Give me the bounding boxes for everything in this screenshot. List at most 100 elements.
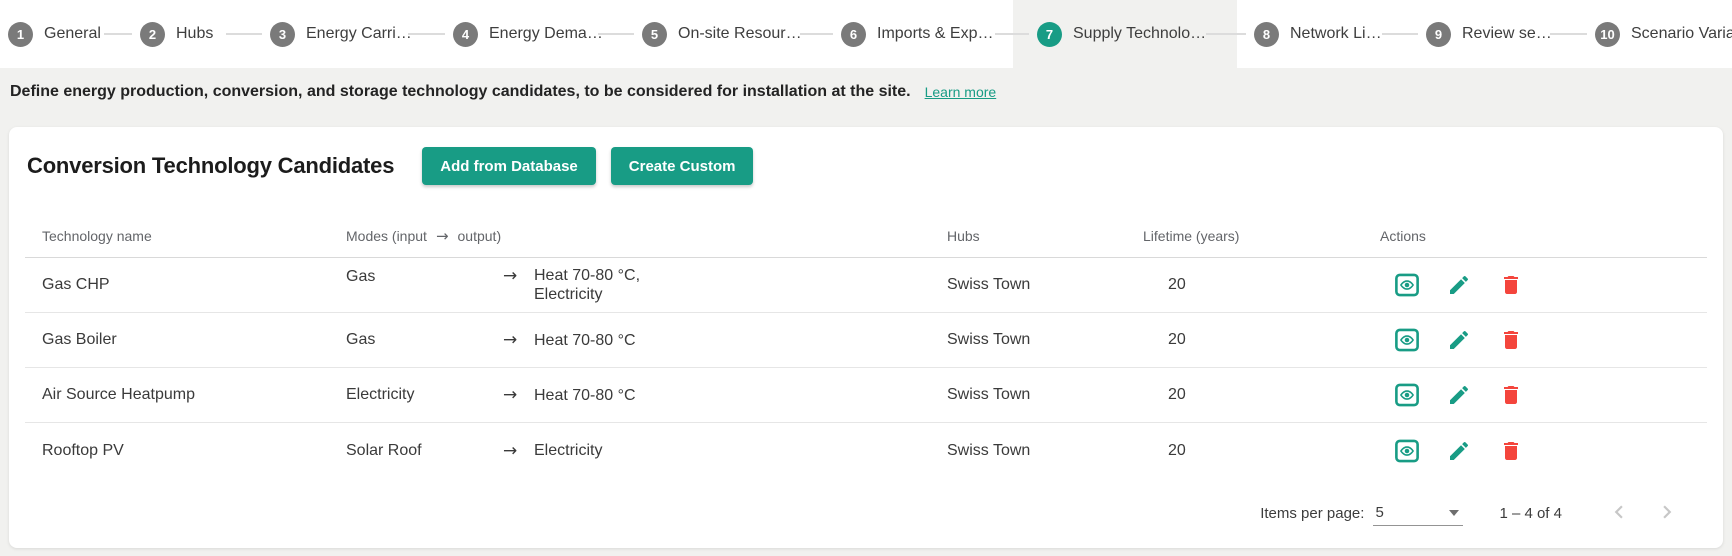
- step-label: Scenario Varia…: [1631, 25, 1732, 42]
- col-header-lifetime: Lifetime (years): [1143, 227, 1240, 244]
- col-header-actions: Actions: [1380, 227, 1426, 244]
- step-label: Supply Technolo…: [1073, 25, 1207, 42]
- col-header-technology-name: Technology name: [42, 227, 152, 244]
- pencil-icon: [1447, 328, 1471, 352]
- table-row: Gas Boiler Gas → Heat 70-80 °C Swiss Tow…: [25, 313, 1707, 368]
- table-paginator: Items per page: 5 1 – 4 of 4: [25, 478, 1707, 548]
- step-number-badge: 8: [1254, 21, 1279, 47]
- step-label: Hubs: [176, 25, 214, 42]
- delete-button[interactable]: [1498, 382, 1524, 408]
- pencil-icon: [1447, 439, 1471, 463]
- step-imports-exports[interactable]: 6 Imports & Exp…: [841, 0, 993, 68]
- step-review-settings[interactable]: 9 Review se…: [1426, 0, 1552, 68]
- step-onsite-resources[interactable]: 5 On-site Resour…: [642, 0, 802, 68]
- technology-name-cell: Air Source Heatpump: [42, 386, 195, 403]
- table-header-row: Technology name Modes (input → output) H…: [25, 214, 1707, 258]
- wizard-stepper: 1 General 2 Hubs 3 Energy Carri… 4 Energ…: [0, 0, 1732, 68]
- page-description-bar: Define energy production, conversion, an…: [0, 68, 1732, 116]
- items-per-page-select[interactable]: 5: [1373, 500, 1464, 526]
- view-button[interactable]: [1394, 272, 1420, 298]
- step-label: Review se…: [1462, 25, 1552, 42]
- mode-output-cell: Heat 70-80 °C: [534, 386, 636, 404]
- step-supply-technologies[interactable]: 7 Supply Technolo…: [1037, 0, 1206, 68]
- arrow-right-icon: →: [435, 226, 449, 245]
- edit-button[interactable]: [1446, 438, 1472, 464]
- arrow-right-icon: →: [503, 266, 518, 286]
- step-scenario-variations[interactable]: 10 Scenario Varia…: [1595, 0, 1732, 68]
- page-range-label: 1 – 4 of 4: [1499, 504, 1562, 522]
- delete-button[interactable]: [1498, 272, 1524, 298]
- add-from-database-button[interactable]: Add from Database: [422, 147, 596, 185]
- page: 1 General 2 Hubs 3 Energy Carri… 4 Energ…: [0, 0, 1732, 556]
- previous-page-button[interactable]: [1606, 500, 1632, 526]
- step-number-badge: 2: [140, 21, 165, 47]
- card-title: Conversion Technology Candidates: [27, 153, 395, 178]
- trash-icon: [1499, 383, 1523, 407]
- table-row: Gas CHP Gas → Heat 70-80 °C, Electricity…: [25, 258, 1707, 313]
- conversion-technology-card: Conversion Technology Candidates Add fro…: [9, 127, 1723, 548]
- step-energy-carriers[interactable]: 3 Energy Carri…: [270, 0, 412, 68]
- eye-icon: [1394, 382, 1420, 408]
- mode-output-cell: Heat 70-80 °C, Electricity: [534, 267, 641, 303]
- step-label: Network Li…: [1290, 25, 1382, 42]
- step-hubs[interactable]: 2 Hubs: [140, 0, 213, 68]
- step-connector: [1206, 33, 1246, 35]
- delete-button[interactable]: [1498, 327, 1524, 353]
- technology-name-cell: Gas CHP: [42, 276, 110, 293]
- step-connector: [1550, 33, 1587, 35]
- hubs-cell: Swiss Town: [947, 386, 1031, 403]
- edit-button[interactable]: [1446, 272, 1472, 298]
- view-button[interactable]: [1394, 382, 1420, 408]
- hubs-cell: Swiss Town: [947, 441, 1031, 459]
- edit-button[interactable]: [1446, 327, 1472, 353]
- technology-name-cell: Gas Boiler: [42, 331, 117, 348]
- arrow-right-icon: →: [503, 385, 518, 405]
- card-header: Conversion Technology Candidates Add fro…: [25, 147, 1707, 185]
- arrow-right-icon: →: [503, 330, 518, 350]
- step-number-badge: 6: [841, 21, 866, 47]
- step-energy-demands[interactable]: 4 Energy Dema…: [453, 0, 603, 68]
- step-number-badge: 7: [1037, 21, 1062, 47]
- step-label: Energy Dema…: [489, 25, 603, 42]
- step-general[interactable]: 1 General: [8, 0, 101, 68]
- view-button[interactable]: [1394, 327, 1420, 353]
- eye-icon: [1394, 438, 1420, 464]
- eye-icon: [1394, 272, 1420, 298]
- modes-header-prefix: Modes (input: [346, 227, 427, 244]
- create-custom-button[interactable]: Create Custom: [610, 147, 754, 185]
- items-per-page-label: Items per page:: [1260, 504, 1365, 522]
- step-network-links[interactable]: 8 Network Li…: [1254, 0, 1382, 68]
- step-connector: [995, 33, 1029, 35]
- view-button[interactable]: [1394, 438, 1420, 464]
- eye-icon: [1394, 327, 1420, 353]
- step-number-badge: 5: [642, 21, 667, 47]
- step-label: General: [44, 25, 101, 42]
- step-number-badge: 1: [8, 21, 33, 47]
- pencil-icon: [1447, 273, 1471, 297]
- step-connector: [104, 33, 132, 35]
- table-row: Rooftop PV Solar Roof → Electricity Swis…: [25, 423, 1707, 478]
- actions-cell: [1380, 382, 1707, 408]
- technology-table: Technology name Modes (input → output) H…: [25, 214, 1707, 478]
- step-number-badge: 10: [1595, 21, 1620, 47]
- learn-more-link[interactable]: Learn more: [925, 84, 997, 100]
- hubs-cell: Swiss Town: [947, 276, 1031, 293]
- trash-icon: [1499, 439, 1523, 463]
- edit-button[interactable]: [1446, 382, 1472, 408]
- next-page-button[interactable]: [1654, 500, 1680, 526]
- step-number-badge: 9: [1426, 21, 1451, 47]
- items-per-page-value: 5: [1375, 504, 1384, 521]
- step-connector: [1382, 33, 1418, 35]
- col-header-modes: Modes (input → output): [346, 227, 947, 245]
- table-row: Air Source Heatpump Electricity → Heat 7…: [25, 368, 1707, 423]
- mode-output-cell: Electricity: [534, 442, 603, 459]
- actions-cell: [1380, 272, 1707, 298]
- delete-button[interactable]: [1498, 438, 1524, 464]
- lifetime-cell: 20: [1168, 276, 1186, 293]
- lifetime-cell: 20: [1168, 386, 1186, 403]
- step-label: On-site Resour…: [678, 25, 802, 42]
- actions-cell: [1380, 438, 1707, 464]
- pager-buttons: [1606, 500, 1680, 526]
- mode-input-cell: Electricity: [346, 386, 415, 403]
- mode-input-cell: Gas: [346, 268, 376, 285]
